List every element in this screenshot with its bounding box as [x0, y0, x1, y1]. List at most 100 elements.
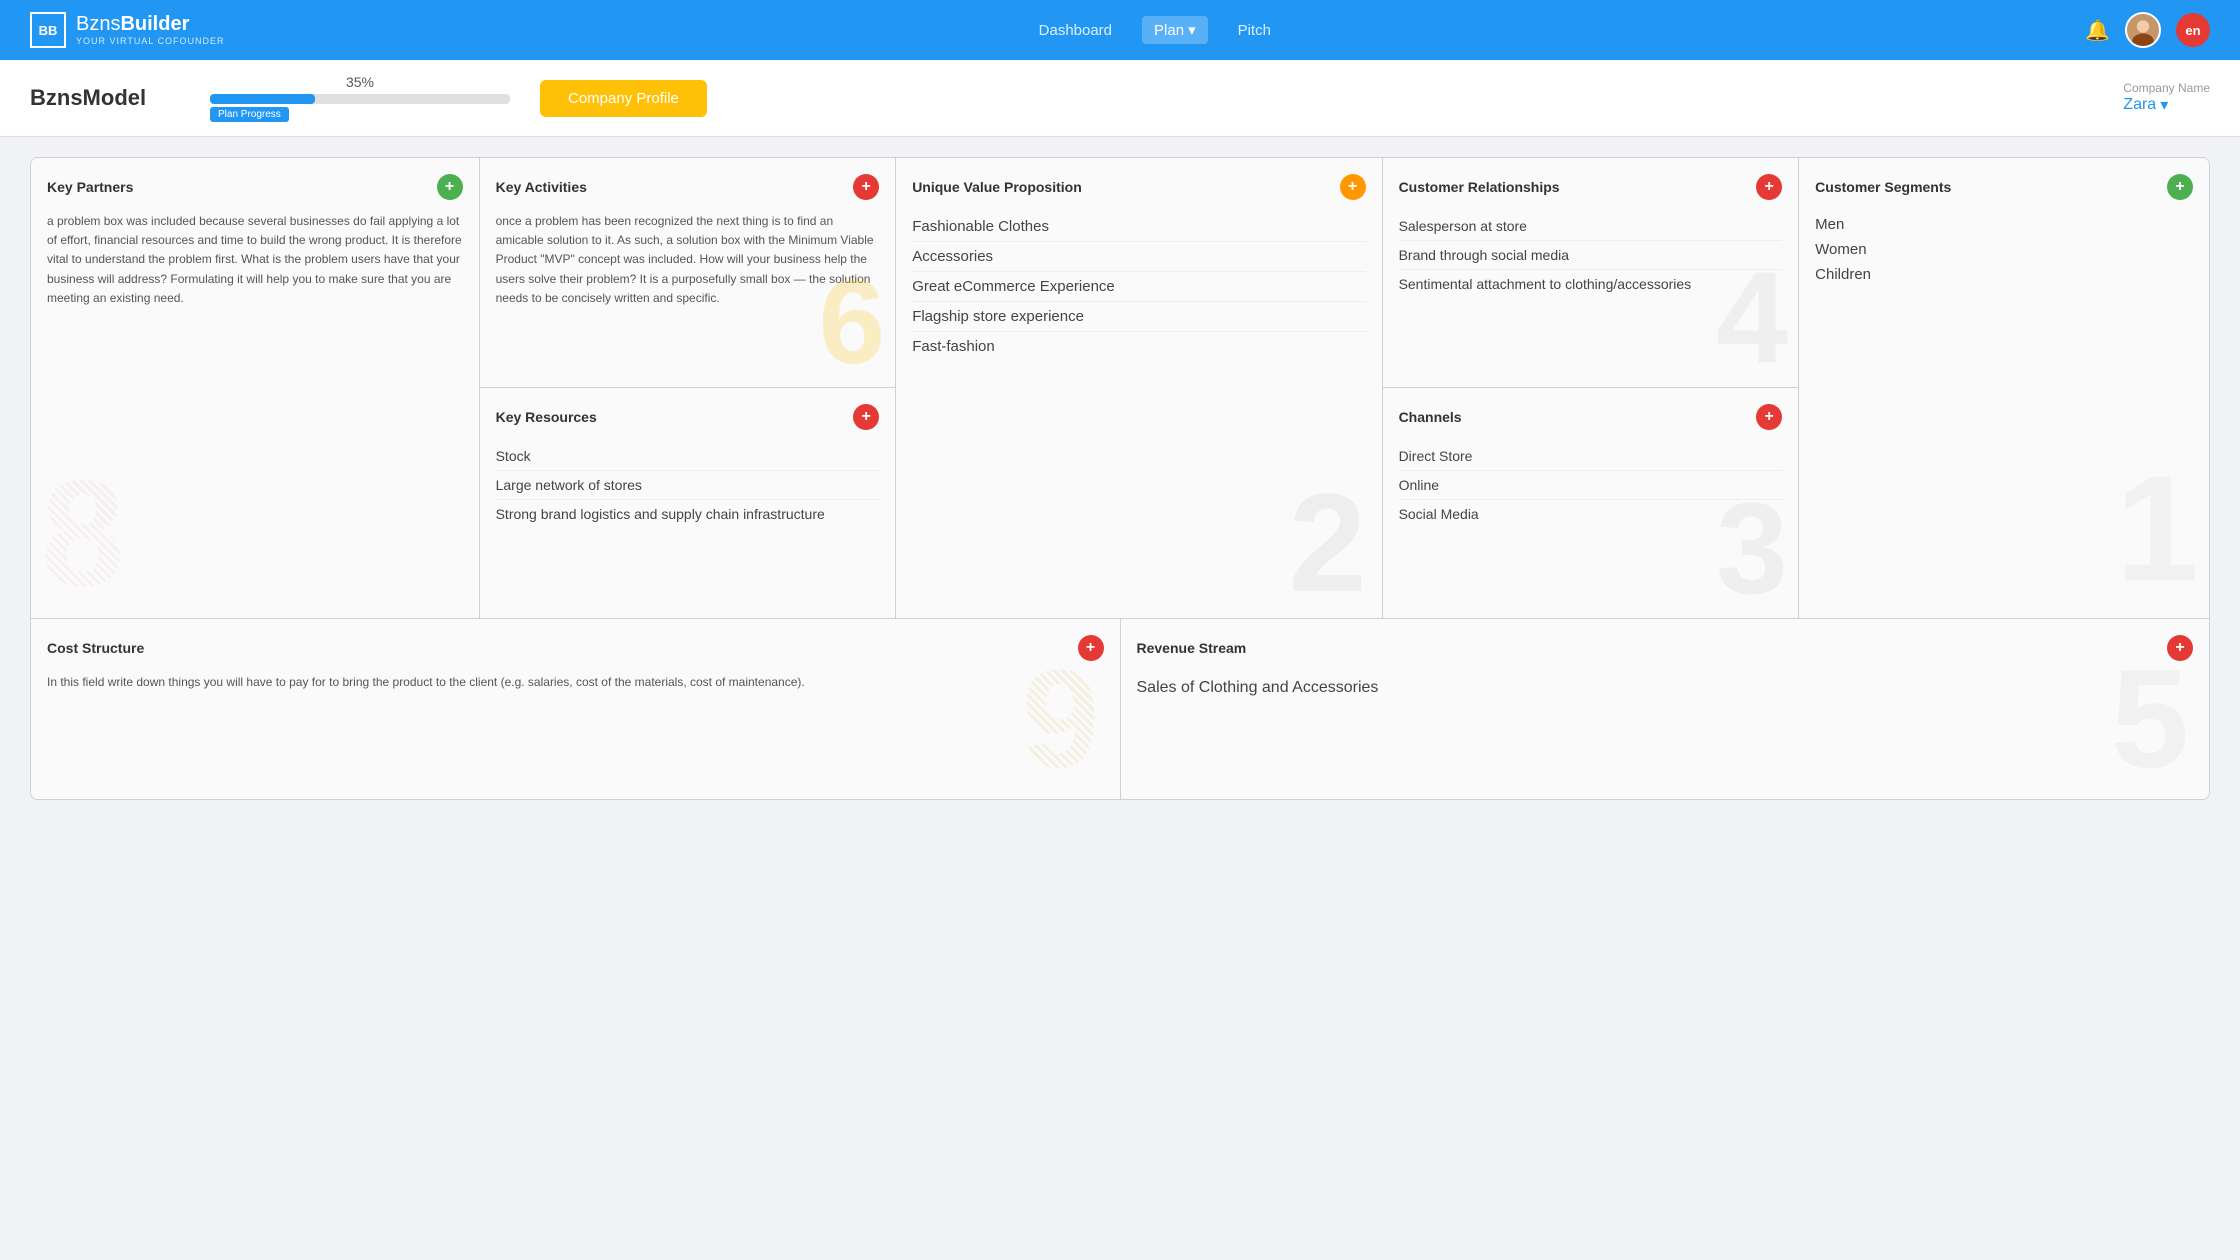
uvp-items: Fashionable Clothes Accessories Great eC…: [912, 212, 1365, 361]
progress-section: 35% Plan Progress: [210, 74, 510, 122]
cs-items: Men Women Children: [1815, 212, 2193, 287]
logo-text: BznsBuilder: [76, 14, 225, 34]
cost-structure-title: Cost Structure: [47, 640, 144, 656]
revenue-stream-cell: Revenue Stream + Sales of Clothing and A…: [1121, 619, 2210, 799]
channels-item-online: Online: [1399, 471, 1783, 500]
cs-item-men: Men: [1815, 212, 2193, 237]
cr-item-sentimental: Sentimental attachment to clothing/acces…: [1399, 270, 1783, 298]
cost-structure-body: In this field write down things you will…: [47, 673, 1104, 692]
uvp-item-fashionable: Fashionable Clothes: [912, 212, 1365, 242]
watermark-5: 5: [2111, 649, 2189, 789]
activities-resources-stack: Key Activities + once a problem has been…: [480, 158, 897, 618]
nav-plan[interactable]: Plan ▾: [1142, 16, 1208, 44]
navbar: BB BznsBuilder YOUR VIRTUAL COFOUNDER Da…: [0, 0, 2240, 60]
key-resources-items: Stock Large network of stores Strong bra…: [496, 442, 880, 528]
canvas-wrapper: Key Partners + a problem box was include…: [0, 137, 2240, 820]
navbar-right: 🔔 en: [2085, 12, 2210, 48]
logo-initials: BB: [30, 12, 66, 48]
progress-pct: 35%: [210, 74, 510, 90]
logo-brand-wrap: BznsBuilder YOUR VIRTUAL COFOUNDER: [76, 14, 225, 46]
key-activities-title: Key Activities: [496, 179, 587, 195]
revenue-stream-title: Revenue Stream: [1137, 640, 1247, 656]
key-resources-header: Key Resources +: [496, 404, 880, 430]
cr-items: Salesperson at store Brand through socia…: [1399, 212, 1783, 298]
bm-top-row: Key Partners + a problem box was include…: [31, 158, 2209, 619]
cs-item-children: Children: [1815, 262, 2193, 287]
revenue-stream-items: Sales of Clothing and Accessories: [1137, 673, 2194, 703]
navbar-left: BB BznsBuilder YOUR VIRTUAL COFOUNDER: [30, 12, 225, 48]
navbar-center: Dashboard Plan ▾ Pitch: [1029, 16, 1281, 44]
bm-bottom-row: Cost Structure + In this field write dow…: [31, 619, 2209, 799]
key-activities-body: once a problem has been recognized the n…: [496, 212, 880, 308]
channels-items: Direct Store Online Social Media: [1399, 442, 1783, 528]
uvp-item-ecommerce: Great eCommerce Experience: [912, 272, 1365, 302]
uvp-item-accessories: Accessories: [912, 242, 1365, 272]
cost-structure-header: Cost Structure +: [47, 635, 1104, 661]
channels-item-direct: Direct Store: [1399, 442, 1783, 471]
key-partners-header: Key Partners +: [47, 174, 463, 200]
watermark-1: 1: [2116, 453, 2199, 603]
company-name-section: Company Name Zara ▾: [2123, 81, 2210, 115]
watermark-8: 8: [41, 458, 124, 608]
avatar[interactable]: [2125, 12, 2161, 48]
watermark-9: 9: [1022, 649, 1100, 789]
header-bar: BznsModel 35% Plan Progress Company Prof…: [0, 60, 2240, 137]
key-resources-cell: Key Resources + Stock Large network of s…: [480, 388, 896, 618]
cr-item-social: Brand through social media: [1399, 241, 1783, 270]
company-name-label: Company Name: [2123, 81, 2210, 95]
key-partners-title: Key Partners: [47, 179, 133, 195]
company-profile-button[interactable]: Company Profile: [540, 80, 707, 117]
cs-add-button[interactable]: +: [2167, 174, 2193, 200]
key-partners-body: a problem box was included because sever…: [47, 212, 463, 308]
key-resources-item-stock: Stock: [496, 442, 880, 471]
cs-header: Customer Segments +: [1815, 174, 2193, 200]
uvp-title: Unique Value Proposition: [912, 179, 1082, 195]
company-name-value[interactable]: Zara ▾: [2123, 95, 2210, 115]
channels-item-social: Social Media: [1399, 500, 1783, 528]
key-resources-add-button[interactable]: +: [853, 404, 879, 430]
lang-badge[interactable]: en: [2176, 13, 2210, 47]
progress-bar-wrap: [210, 94, 510, 104]
progress-bar-fill: [210, 94, 315, 104]
watermark-2: 2: [1289, 473, 1367, 613]
channels-add-button[interactable]: +: [1756, 404, 1782, 430]
uvp-item-fastfashion: Fast-fashion: [912, 332, 1365, 361]
progress-label: Plan Progress: [210, 107, 289, 122]
channels-header: Channels +: [1399, 404, 1783, 430]
cost-structure-cell: Cost Structure + In this field write dow…: [31, 619, 1121, 799]
uvp-add-button[interactable]: +: [1340, 174, 1366, 200]
cs-item-women: Women: [1815, 237, 2193, 262]
revenue-item-sales: Sales of Clothing and Accessories: [1137, 673, 2194, 703]
key-activities-header: Key Activities +: [496, 174, 880, 200]
key-partners-cell: Key Partners + a problem box was include…: [31, 158, 480, 618]
key-partners-add-button[interactable]: +: [437, 174, 463, 200]
cost-structure-add-button[interactable]: +: [1078, 635, 1104, 661]
channels-cell: Channels + Direct Store Online Social Me…: [1383, 388, 1799, 618]
customer-segments-cell: Customer Segments + Men Women Children 1: [1799, 158, 2209, 618]
cr-title: Customer Relationships: [1399, 179, 1560, 195]
notification-icon[interactable]: 🔔: [2085, 18, 2110, 43]
revenue-stream-header: Revenue Stream +: [1137, 635, 2194, 661]
logo-sub: YOUR VIRTUAL COFOUNDER: [76, 36, 225, 46]
cr-channels-stack: Customer Relationships + Salesperson at …: [1383, 158, 1800, 618]
key-resources-item-logistics: Strong brand logistics and supply chain …: [496, 500, 880, 528]
key-activities-add-button[interactable]: +: [853, 174, 879, 200]
uvp-item-flagship: Flagship store experience: [912, 302, 1365, 332]
cr-add-button[interactable]: +: [1756, 174, 1782, 200]
channels-title: Channels: [1399, 409, 1462, 425]
customer-relationships-cell: Customer Relationships + Salesperson at …: [1383, 158, 1799, 388]
key-resources-title: Key Resources: [496, 409, 597, 425]
page-title: BznsModel: [30, 85, 180, 111]
nav-dashboard[interactable]: Dashboard: [1029, 17, 1122, 44]
chevron-down-icon: ▾: [2160, 95, 2168, 115]
cr-item-salesperson: Salesperson at store: [1399, 212, 1783, 241]
uvp-header: Unique Value Proposition +: [912, 174, 1365, 200]
key-resources-item-stores: Large network of stores: [496, 471, 880, 500]
cs-title: Customer Segments: [1815, 179, 1951, 195]
key-activities-cell: Key Activities + once a problem has been…: [480, 158, 896, 388]
revenue-stream-add-button[interactable]: +: [2167, 635, 2193, 661]
cr-header: Customer Relationships +: [1399, 174, 1783, 200]
nav-pitch[interactable]: Pitch: [1228, 17, 1281, 44]
uvp-cell: Unique Value Proposition + Fashionable C…: [896, 158, 1382, 618]
canvas-grid: Key Partners + a problem box was include…: [30, 157, 2210, 800]
